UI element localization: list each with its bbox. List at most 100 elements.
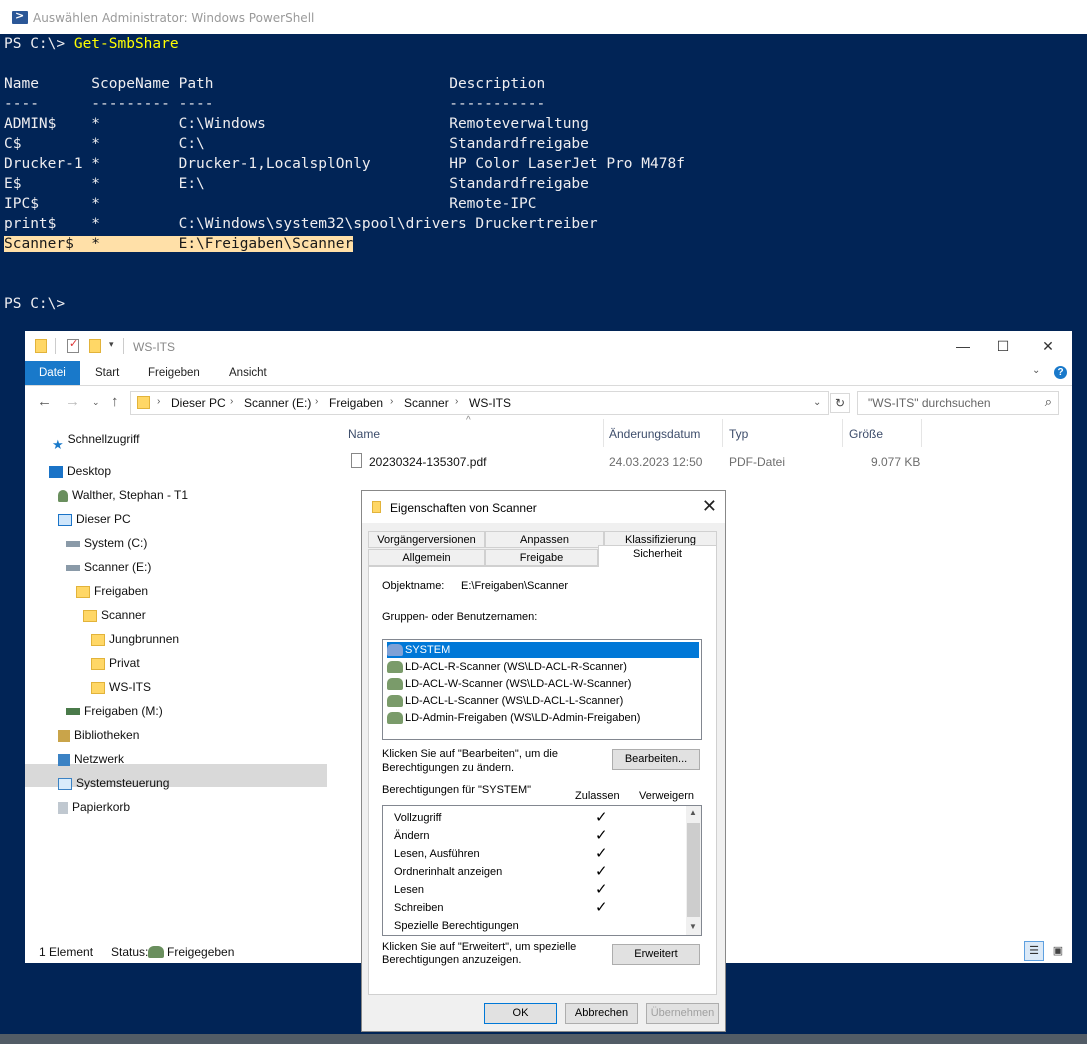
ok-button[interactable]: OK <box>484 1003 557 1024</box>
address-bar[interactable]: › Dieser PC › Scanner (E:) › Freigaben ›… <box>130 391 829 415</box>
chevron-right-icon[interactable]: › <box>315 396 318 407</box>
powershell-titlebar[interactable]: Auswählen Administrator: Windows PowerSh… <box>0 0 1087 34</box>
share-row: IPC$ * Remote-IPC <box>4 196 537 212</box>
help-icon[interactable]: ? <box>1054 366 1067 379</box>
nav-item-netzwerk[interactable]: Netzwerk <box>58 748 124 770</box>
nav-item-freigaben-m[interactable]: Freigaben (M:) <box>66 700 163 722</box>
details-view-icon[interactable]: ☰ <box>1024 941 1044 961</box>
chevron-down-icon[interactable]: ⌄ <box>813 397 821 408</box>
column-date[interactable]: Änderungsdatum <box>609 427 700 441</box>
permission-name: Vollzugriff <box>394 812 442 824</box>
file-name[interactable]: 20230324-135307.pdf <box>369 455 486 469</box>
permissions-list[interactable]: Vollzugriff ✓ Ändern ✓ Lesen, Ausführen … <box>382 805 702 936</box>
column-size[interactable]: Größe <box>849 427 883 441</box>
column-separator[interactable] <box>921 419 922 447</box>
nav-item-privat[interactable]: Privat <box>91 652 140 674</box>
tab-anpassen[interactable]: Anpassen <box>485 531 604 548</box>
permission-row: Lesen <box>394 881 424 899</box>
library-icon <box>58 729 70 742</box>
breadcrumb-freigaben[interactable]: Freigaben <box>329 396 383 410</box>
recent-icon[interactable]: ⌄ <box>92 397 100 408</box>
column-name[interactable]: Name <box>348 427 380 441</box>
user-label: LD-ACL-R-Scanner (WS\LD-ACL-R-Scanner) <box>405 661 627 673</box>
minimize-icon[interactable]: — <box>953 336 973 356</box>
list-item[interactable]: SYSTEM <box>387 642 699 658</box>
edit-button[interactable]: Bearbeiten... <box>612 749 700 770</box>
up-icon[interactable]: ↑ <box>111 393 119 410</box>
list-item[interactable]: LD-ACL-L-Scanner (WS\LD-ACL-L-Scanner) <box>387 693 623 709</box>
list-item[interactable]: LD-ACL-W-Scanner (WS\LD-ACL-W-Scanner) <box>387 676 631 692</box>
tab-start[interactable]: Start <box>95 361 119 385</box>
breadcrumb-dieser-pc[interactable]: Dieser PC <box>171 396 226 410</box>
chevron-right-icon[interactable]: › <box>390 396 393 407</box>
expand-ribbon-icon[interactable]: ⌄ <box>1032 365 1040 376</box>
user-list[interactable]: SYSTEM LD-ACL-R-Scanner (WS\LD-ACL-R-Sca… <box>382 639 702 740</box>
advanced-button[interactable]: Erweitert <box>612 944 700 965</box>
chevron-right-icon[interactable]: › <box>455 396 458 407</box>
list-item[interactable]: LD-Admin-Freigaben (WS\LD-Admin-Freigabe… <box>387 710 640 726</box>
group-icon <box>387 644 403 657</box>
scroll-up-icon[interactable]: ▲ <box>689 808 697 817</box>
scroll-thumb[interactable] <box>687 823 700 917</box>
column-separator[interactable] <box>603 419 604 447</box>
nav-item-scanner[interactable]: Scanner <box>83 604 146 626</box>
nav-item-ws-its[interactable]: WS-ITS <box>91 676 151 698</box>
new-folder-icon[interactable] <box>89 339 101 353</box>
nav-item-schnellzugriff[interactable]: ★ Schnellzugriff <box>52 428 139 452</box>
folder-icon <box>76 585 90 598</box>
refresh-icon[interactable]: ↻ <box>830 393 850 413</box>
nav-item-system-c[interactable]: System (C:) <box>66 532 147 554</box>
customize-qa-icon[interactable]: ▾ <box>109 339 114 350</box>
list-item[interactable]: LD-ACL-R-Scanner (WS\LD-ACL-R-Scanner) <box>387 659 627 675</box>
column-type[interactable]: Typ <box>729 427 748 441</box>
tab-allgemein[interactable]: Allgemein <box>368 549 485 566</box>
tab-freigeben[interactable]: Freigeben <box>148 361 200 385</box>
close-icon[interactable]: ✕ <box>702 496 717 517</box>
breadcrumb-scanner[interactable]: Scanner <box>404 396 449 410</box>
scroll-down-icon[interactable]: ▼ <box>689 922 697 931</box>
chevron-right-icon[interactable]: › <box>230 396 233 407</box>
nav-item-desktop[interactable]: Desktop <box>49 460 111 482</box>
permission-name: Lesen, Ausführen <box>394 848 480 860</box>
cancel-button[interactable]: Abbrechen <box>565 1003 638 1024</box>
tab-datei[interactable]: Datei <box>25 361 80 385</box>
pdf-file-icon[interactable] <box>351 453 362 468</box>
search-icon[interactable]: ⌕ <box>1045 394 1052 410</box>
tab-sicherheit[interactable]: Sicherheit <box>598 545 717 567</box>
breadcrumb-scanner-e[interactable]: Scanner (E:) <box>244 396 311 410</box>
folder-icon <box>91 681 105 694</box>
maximize-icon[interactable]: ☐ <box>993 336 1013 356</box>
explorer-titlebar[interactable]: ✓ ▾ WS-ITS — ☐ ✕ <box>25 331 1072 361</box>
allow-column-label: Zulassen <box>575 790 620 802</box>
nav-item-systemsteuerung[interactable]: Systemsteuerung <box>58 772 169 794</box>
nav-item-jungbrunnen[interactable]: Jungbrunnen <box>91 628 179 650</box>
shared-users-icon <box>148 946 164 958</box>
close-icon[interactable]: ✕ <box>1038 336 1058 356</box>
breadcrumb-ws-its[interactable]: WS-ITS <box>469 396 511 410</box>
apply-button[interactable]: Übernehmen <box>646 1003 719 1024</box>
nav-item-dieser-pc[interactable]: Dieser PC <box>58 508 131 530</box>
column-separator[interactable] <box>722 419 723 447</box>
nav-label: Jungbrunnen <box>109 632 180 646</box>
nav-item-freigaben[interactable]: Freigaben <box>76 580 148 602</box>
nav-label: Dieser PC <box>76 512 131 526</box>
tab-vorgaengerversionen[interactable]: Vorgängerversionen <box>368 531 485 548</box>
nav-item-scanner-e[interactable]: Scanner (E:) <box>66 556 151 578</box>
large-icons-view-icon[interactable]: ▣ <box>1048 941 1068 961</box>
nav-item-bibliotheken[interactable]: Bibliotheken <box>58 724 139 746</box>
back-icon[interactable]: ← <box>37 393 52 410</box>
scrollbar[interactable]: ▲ ▼ <box>686 806 701 935</box>
nav-item-user[interactable]: Walther, Stephan - T1 <box>58 484 188 506</box>
search-input[interactable]: "WS-ITS" durchsuchen ⌕ <box>857 391 1059 415</box>
dialog-titlebar[interactable]: Eigenschaften von Scanner ✕ <box>362 491 725 523</box>
properties-icon[interactable]: ✓ <box>67 338 79 353</box>
tab-freigabe[interactable]: Freigabe <box>485 549 598 566</box>
table-header: Name ScopeName Path Description <box>4 76 546 92</box>
tab-ansicht[interactable]: Ansicht <box>229 361 267 385</box>
forward-icon[interactable]: → <box>65 393 80 410</box>
network-drive-icon <box>66 708 80 716</box>
nav-item-papierkorb[interactable]: Papierkorb <box>58 796 130 818</box>
user-label: LD-Admin-Freigaben (WS\LD-Admin-Freigabe… <box>405 712 641 724</box>
chevron-right-icon[interactable]: › <box>157 396 160 407</box>
column-separator[interactable] <box>842 419 843 447</box>
